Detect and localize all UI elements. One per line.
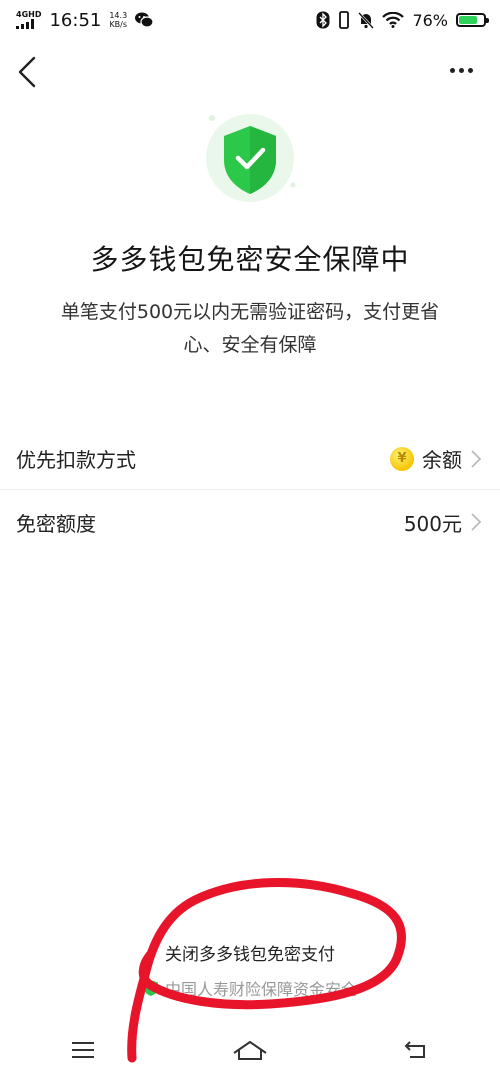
- limit-row[interactable]: 免密额度 500元: [0, 491, 500, 553]
- close-free-payment-link[interactable]: 关闭多多钱包免密支付: [0, 940, 500, 965]
- return-button[interactable]: [397, 1035, 437, 1065]
- payment-method-row[interactable]: 优先扣款方式 ¥ 余额: [0, 428, 500, 490]
- nav-bar: [0, 48, 500, 98]
- payment-method-label: 优先扣款方式: [16, 448, 136, 472]
- page-description: 单笔支付500元以内无需验证密码，支付更省心、安全有保障: [60, 301, 440, 356]
- insurance-text: 中国人寿财险保障资金安全: [164, 980, 357, 999]
- battery-icon: [456, 13, 489, 27]
- bluetooth-icon: [316, 11, 330, 29]
- return-icon: [404, 1040, 425, 1058]
- vibrate-icon: [339, 11, 350, 29]
- network-speed: 14.3 KB/s: [109, 11, 128, 29]
- coin-icon: ¥: [390, 446, 414, 471]
- shield-check-icon: [206, 114, 296, 202]
- status-time: 16:51: [49, 9, 102, 31]
- network-type: 4GHD: [16, 10, 42, 19]
- wechat-icon: [135, 12, 154, 28]
- page-title: 多多钱包免密安全保障中: [90, 243, 410, 276]
- menu-icon: [72, 1041, 95, 1058]
- screen: 4GHD 16:51 14.3 KB/s 76% 多多钱包免密安全保障中 单笔支…: [0, 0, 500, 1069]
- insurance-shield-icon: [143, 980, 158, 996]
- payment-method-value: 余额: [422, 448, 462, 472]
- signal-icon: 4GHD: [16, 11, 41, 29]
- mute-bell-icon: [358, 12, 375, 29]
- limit-value: 500元: [403, 511, 462, 536]
- system-nav-bar: [0, 1030, 500, 1069]
- chevron-right-icon: [471, 513, 482, 531]
- status-bar: 4GHD 16:51 14.3 KB/s 76%: [0, 0, 500, 40]
- chevron-right-icon: [471, 449, 482, 468]
- insurance-note: 中国人寿财险保障资金安全: [0, 976, 500, 1000]
- menu-button[interactable]: [63, 1035, 103, 1065]
- limit-label: 免密额度: [16, 511, 96, 536]
- back-icon[interactable]: [14, 54, 44, 90]
- home-icon: [233, 1040, 267, 1060]
- home-button[interactable]: [230, 1035, 270, 1065]
- wifi-icon: [382, 12, 405, 28]
- more-options-icon[interactable]: [450, 62, 476, 78]
- battery-percent: 76%: [412, 10, 448, 30]
